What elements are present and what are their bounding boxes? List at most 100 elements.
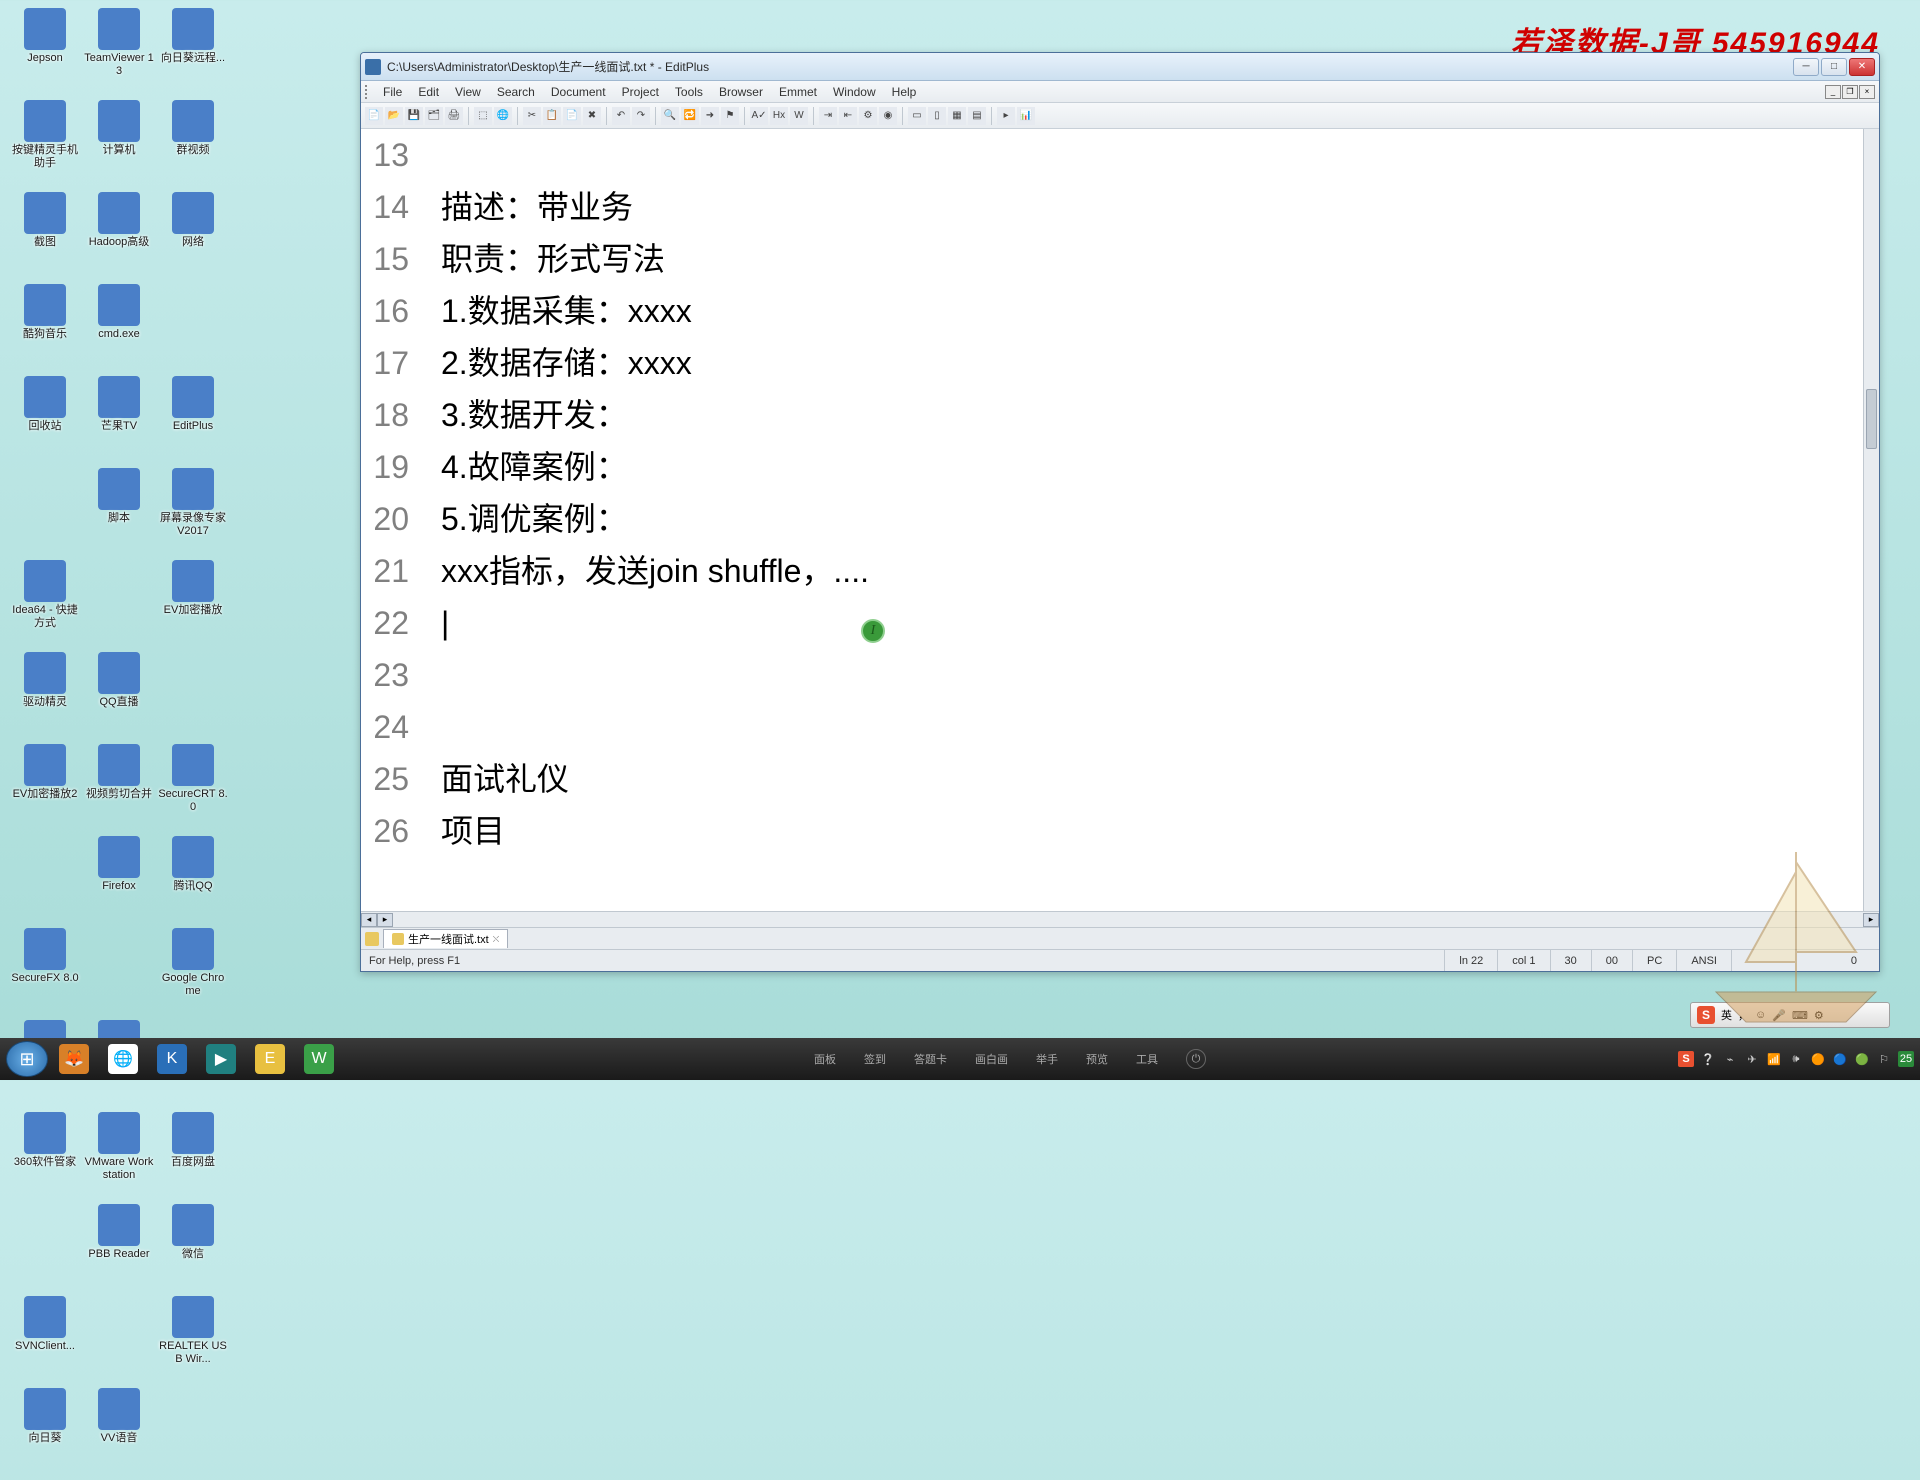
tray-time[interactable]: 25 bbox=[1898, 1051, 1914, 1067]
task-player[interactable]: ▶ bbox=[198, 1041, 244, 1077]
desktop-icon[interactable]: Idea64 - 快捷方式 bbox=[8, 560, 82, 648]
panel3-icon[interactable]: ▦ bbox=[948, 107, 966, 125]
tray-sogou-icon[interactable]: S bbox=[1678, 1051, 1694, 1067]
menu-document[interactable]: Document bbox=[543, 83, 614, 101]
delete-icon[interactable]: ✖ bbox=[583, 107, 601, 125]
desktop-icon[interactable] bbox=[82, 928, 156, 1016]
tray-icon[interactable]: 📶 bbox=[1766, 1051, 1782, 1067]
browser-icon[interactable]: 🌐 bbox=[494, 107, 512, 125]
desktop-icon[interactable]: VV语音 bbox=[82, 1388, 156, 1476]
code-line[interactable]: 3.数据开发： bbox=[441, 389, 1879, 441]
desktop-icon[interactable]: 驱动精灵 bbox=[8, 652, 82, 740]
find-icon[interactable]: 🔍 bbox=[661, 107, 679, 125]
mid-item[interactable]: 举手 bbox=[1036, 1051, 1058, 1067]
tray-icon[interactable]: ⌁ bbox=[1722, 1051, 1738, 1067]
code-line[interactable]: 2.数据存储：xxxx bbox=[441, 337, 1879, 389]
desktop-icon[interactable]: 群视频 bbox=[156, 100, 230, 188]
code-line[interactable] bbox=[441, 649, 1879, 701]
print-icon[interactable]: 🖨 bbox=[445, 107, 463, 125]
undo-icon[interactable]: ↶ bbox=[612, 107, 630, 125]
code-line[interactable]: xxx指标，发送join shuffle，.... bbox=[441, 545, 1879, 597]
mdi-minimize-button[interactable]: _ bbox=[1825, 85, 1841, 99]
desktop-icon[interactable]: EditPlus bbox=[156, 376, 230, 464]
desktop-icon[interactable]: REALTEK USB Wir... bbox=[156, 1296, 230, 1384]
ime-lang[interactable]: 英 bbox=[1721, 1007, 1732, 1023]
tray-icon[interactable]: 🟢 bbox=[1854, 1051, 1870, 1067]
menu-project[interactable]: Project bbox=[614, 83, 667, 101]
mdi-restore-button[interactable]: ❐ bbox=[1842, 85, 1858, 99]
code-line[interactable] bbox=[441, 129, 1879, 181]
tool2-icon[interactable]: 📊 bbox=[1017, 107, 1035, 125]
desktop-icon[interactable]: QQ直播 bbox=[82, 652, 156, 740]
maximize-button[interactable]: □ bbox=[1821, 58, 1847, 76]
task-editplus[interactable]: E bbox=[247, 1041, 293, 1077]
desktop-icon[interactable] bbox=[82, 1296, 156, 1384]
desktop-icon[interactable]: Google Chrome bbox=[156, 928, 230, 1016]
mid-item[interactable]: 工具 bbox=[1136, 1051, 1158, 1067]
minimize-button[interactable]: ─ bbox=[1793, 58, 1819, 76]
desktop-icon[interactable] bbox=[8, 836, 82, 924]
desktop-icon[interactable]: 向日葵 bbox=[8, 1388, 82, 1476]
open-file-icon[interactable]: 📂 bbox=[385, 107, 403, 125]
paste-icon[interactable]: 📄 bbox=[563, 107, 581, 125]
mid-item[interactable]: 答题卡 bbox=[914, 1051, 947, 1067]
tray-icon[interactable]: ✈ bbox=[1744, 1051, 1760, 1067]
cut-icon[interactable]: ✂ bbox=[523, 107, 541, 125]
desktop-icon[interactable]: Hadoop高级 bbox=[82, 192, 156, 280]
menu-view[interactable]: View bbox=[447, 83, 489, 101]
hx-icon[interactable]: Hx bbox=[770, 107, 788, 125]
tray-icon[interactable]: 🕪 bbox=[1788, 1051, 1804, 1067]
code-line[interactable]: 职责：形式写法 bbox=[441, 233, 1879, 285]
new-file-icon[interactable]: 📄 bbox=[365, 107, 383, 125]
desktop-icon[interactable] bbox=[8, 1204, 82, 1292]
desktop-icon[interactable]: EV加密播放2 bbox=[8, 744, 82, 832]
grip-icon[interactable] bbox=[365, 85, 371, 99]
desktop-icon[interactable]: Jepson bbox=[8, 8, 82, 96]
tab-close-icon[interactable]: ⛌ bbox=[493, 934, 500, 945]
menu-tools[interactable]: Tools bbox=[667, 83, 711, 101]
code-content[interactable]: 描述：带业务职责：形式写法1.数据采集：xxxx2.数据存储：xxxx3.数据开… bbox=[419, 129, 1879, 911]
desktop-icon[interactable]: 截图 bbox=[8, 192, 82, 280]
scroll-end-icon[interactable]: ▸ bbox=[1863, 913, 1879, 927]
menu-window[interactable]: Window bbox=[825, 83, 884, 101]
tray-icon[interactable]: 🔵 bbox=[1832, 1051, 1848, 1067]
desktop-icon[interactable]: 计算机 bbox=[82, 100, 156, 188]
settings-icon[interactable]: ⚙ bbox=[859, 107, 877, 125]
menu-browser[interactable]: Browser bbox=[711, 83, 771, 101]
start-button[interactable]: ⊞ bbox=[6, 1041, 48, 1077]
replace-icon[interactable]: 🔁 bbox=[681, 107, 699, 125]
task-kugou[interactable]: K bbox=[149, 1041, 195, 1077]
copy-icon[interactable]: 📋 bbox=[543, 107, 561, 125]
task-chrome[interactable]: 🌐 bbox=[100, 1041, 146, 1077]
desktop-icon[interactable]: 芒果TV bbox=[82, 376, 156, 464]
desktop-icon[interactable] bbox=[156, 1388, 230, 1476]
code-line[interactable]: 5.调优案例： bbox=[441, 493, 1879, 545]
scrollbar-thumb[interactable] bbox=[1866, 389, 1877, 449]
desktop-icon[interactable]: Firefox bbox=[82, 836, 156, 924]
desktop-icon[interactable]: 回收站 bbox=[8, 376, 82, 464]
task-wps[interactable]: W bbox=[296, 1041, 342, 1077]
desktop-icon[interactable] bbox=[82, 560, 156, 648]
code-line[interactable]: 面试礼仪 bbox=[441, 753, 1879, 805]
desktop-icon[interactable]: SecureCRT 8.0 bbox=[156, 744, 230, 832]
mid-item[interactable]: 预览 bbox=[1086, 1051, 1108, 1067]
redo-icon[interactable]: ↷ bbox=[632, 107, 650, 125]
desktop-icon[interactable] bbox=[156, 652, 230, 740]
close-button[interactable]: ✕ bbox=[1849, 58, 1875, 76]
desktop-icon[interactable]: 视频剪切合并 bbox=[82, 744, 156, 832]
code-line[interactable] bbox=[441, 597, 1879, 649]
ime-toolbar[interactable]: S 英 ， ☺ 🎤 ⌨ ⚙ bbox=[1690, 1002, 1890, 1028]
preview-icon[interactable]: ◉ bbox=[879, 107, 897, 125]
menu-edit[interactable]: Edit bbox=[410, 83, 447, 101]
desktop-icon[interactable]: EV加密播放 bbox=[156, 560, 230, 648]
desktop-icon[interactable]: PBB Reader bbox=[82, 1204, 156, 1292]
ime-settings-icon[interactable]: ⚙ bbox=[1814, 1009, 1824, 1022]
mid-item[interactable]: 面板 bbox=[814, 1051, 836, 1067]
titlebar[interactable]: C:\Users\Administrator\Desktop\生产一线面试.tx… bbox=[361, 53, 1879, 81]
outdent-icon[interactable]: ⇤ bbox=[839, 107, 857, 125]
spell-icon[interactable]: A✓ bbox=[750, 107, 768, 125]
desktop-icon[interactable]: 百度网盘 bbox=[156, 1112, 230, 1200]
desktop-icon[interactable]: 360软件管家 bbox=[8, 1112, 82, 1200]
ime-mic-icon[interactable]: 🎤 bbox=[1772, 1009, 1786, 1022]
code-line[interactable] bbox=[441, 701, 1879, 753]
